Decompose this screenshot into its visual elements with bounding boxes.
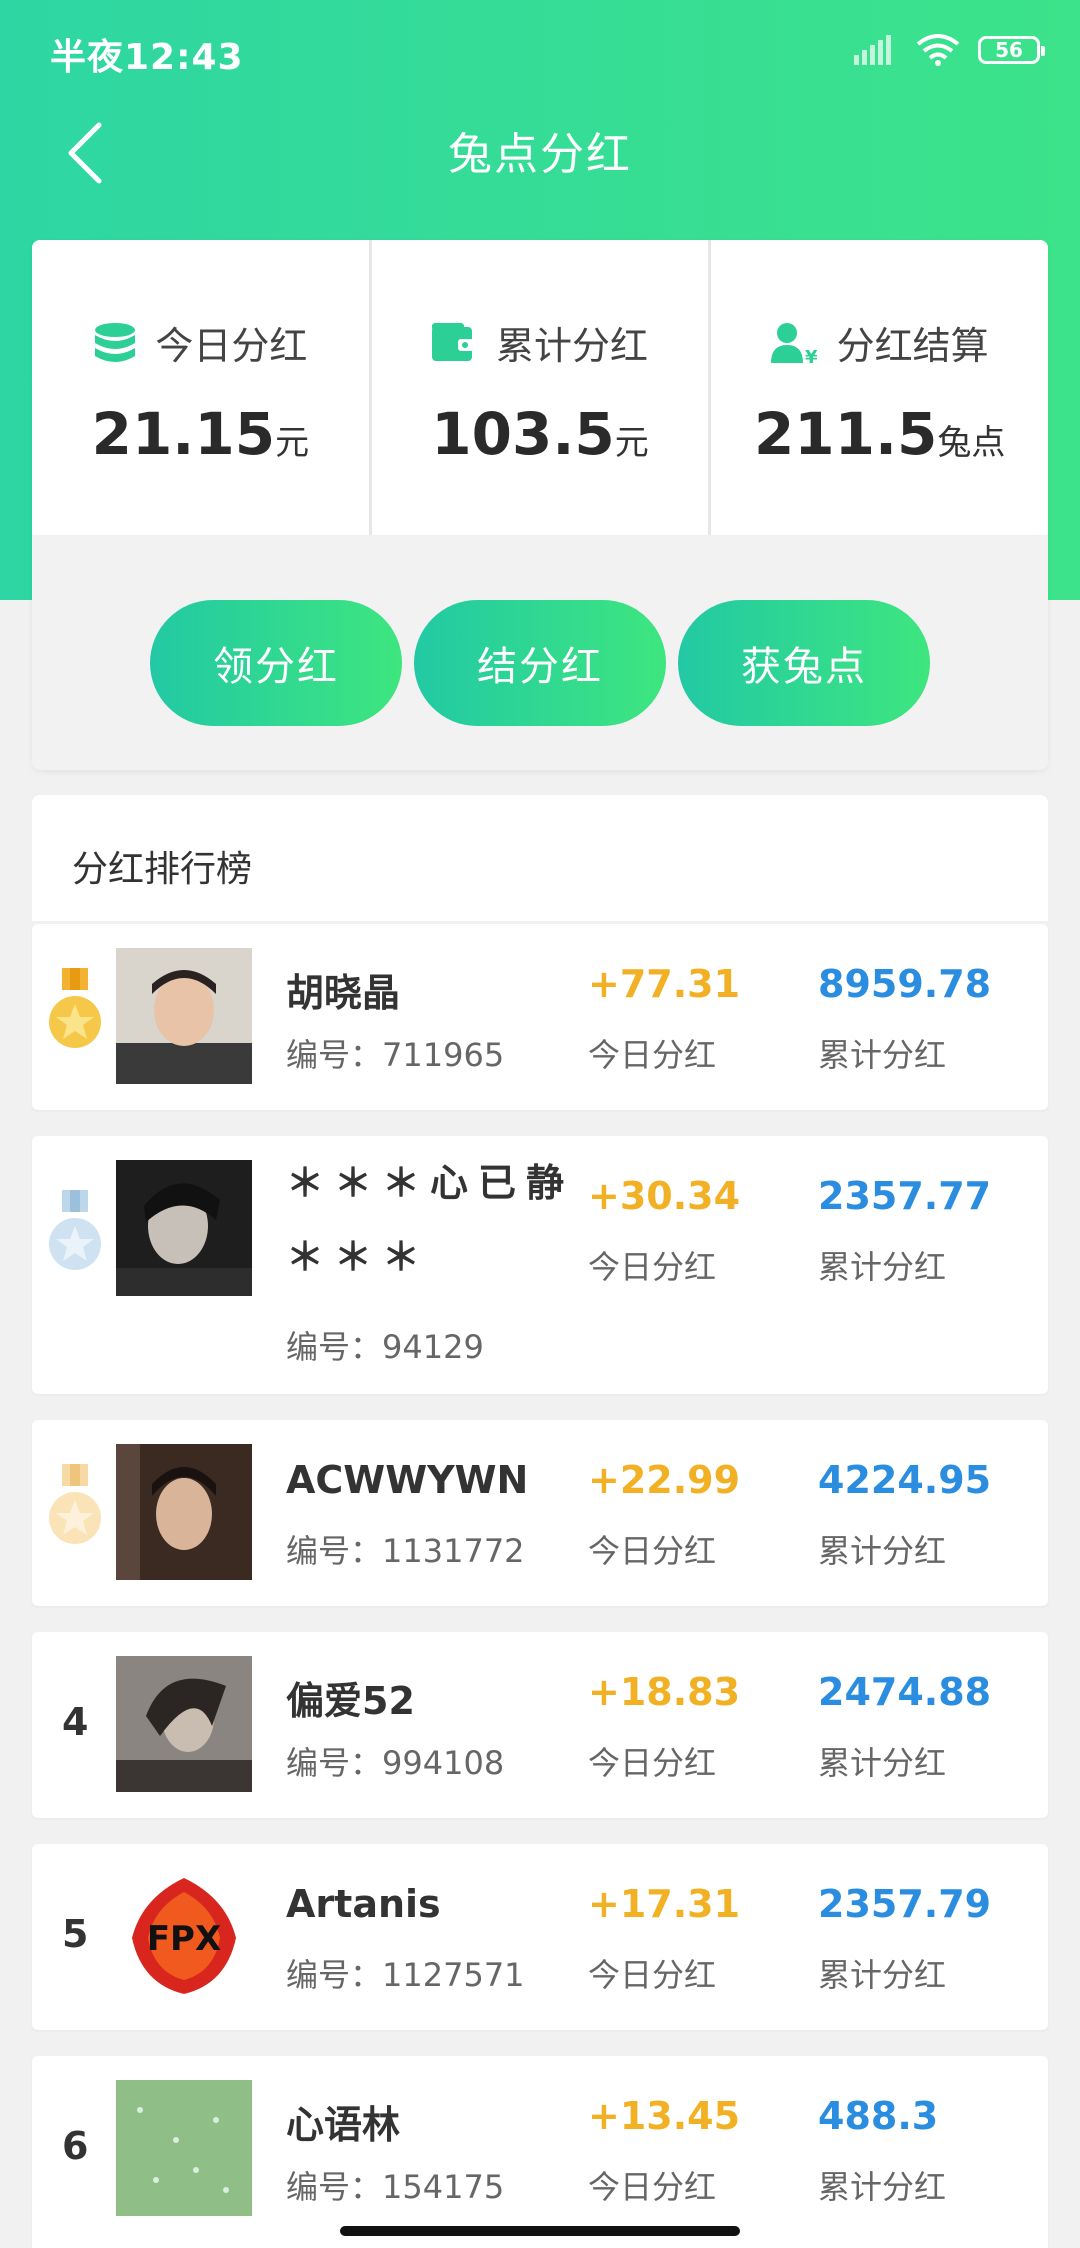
signal-icon	[854, 35, 891, 65]
avatar: FPX	[116, 1868, 252, 2004]
wifi-icon	[916, 34, 960, 66]
rank-number: 4	[62, 1700, 89, 1744]
stat-label: 今日分红	[155, 324, 308, 368]
user-id: 编号：994108	[286, 1744, 505, 1782]
user-id: 编号：1127571	[286, 1956, 525, 1994]
total-dividend-value: 2357.79	[818, 1882, 992, 1926]
user-name: ACWWYWN	[286, 1458, 529, 1502]
user-name: Artanis	[286, 1882, 441, 1926]
user-name: 心语林	[286, 2103, 401, 2147]
status-icons: 56	[854, 30, 1045, 70]
user-name: ＊＊＊心已静＊＊＊	[286, 1161, 575, 1279]
wallet-icon	[432, 322, 478, 361]
stat-value: 103.5	[431, 400, 615, 468]
today-dividend-label: 今日分红	[588, 1744, 717, 1782]
ranking-item-4[interactable]: 4 偏爱52 编号：994108 +18.83 今日分红 2474.88 累计分…	[32, 1632, 1048, 1818]
total-dividend-value: 4224.95	[818, 1458, 992, 1502]
status-bar: 半夜12:43 56	[0, 0, 1080, 100]
today-dividend-label: 今日分红	[588, 1248, 717, 1286]
avatar	[116, 1444, 252, 1580]
user-id: 编号：711965	[286, 1036, 505, 1074]
ranking-item-5[interactable]: 5 FPX Artanis 编号：1127571 +17.31 今日分红 235…	[32, 1844, 1048, 2030]
total-dividend-value: 2357.77	[818, 1174, 992, 1218]
ranking-item-1[interactable]: 胡晓晶 编号：711965 +77.31 今日分红 8959.78 累计分红	[32, 924, 1048, 1110]
silver-medal-icon	[49, 1190, 101, 1270]
ranking-title: 分红排行榜	[72, 849, 253, 890]
today-dividend-value: +17.31	[588, 1882, 741, 1926]
svg-text:¥: ¥	[805, 347, 818, 365]
today-dividend-label: 今日分红	[588, 1956, 717, 1994]
page-title: 兔点分红	[448, 129, 632, 180]
get-points-button[interactable]: 获兔点	[678, 600, 930, 726]
user-id: 编号：1131772	[286, 1532, 525, 1570]
stat-total: 累计分红 103.5元	[371, 240, 712, 535]
action-buttons: 领分红 结分红 获兔点	[32, 600, 1048, 726]
svg-text:FPX: FPX	[147, 1919, 221, 1959]
stat-settlement: ¥ 分红结算 211.5兔点	[711, 240, 1048, 535]
stat-label: 分红结算	[836, 324, 989, 368]
today-dividend-label: 今日分红	[588, 1532, 717, 1570]
user-id: 编号：94129	[286, 1328, 484, 1366]
user-yen-icon: ¥	[770, 322, 818, 365]
bronze-medal-icon	[49, 1464, 101, 1544]
claim-dividend-button[interactable]: 领分红	[150, 600, 402, 726]
avatar	[116, 1160, 252, 1296]
user-name: 胡晓晶	[286, 971, 401, 1015]
gold-medal-icon	[49, 968, 101, 1048]
avatar	[116, 2080, 252, 2216]
today-dividend-label: 今日分红	[588, 1036, 717, 1074]
stat-value: 211.5	[753, 400, 938, 468]
total-dividend-value: 8959.78	[818, 962, 992, 1006]
stats-card: 今日分红 21.15元 累计分红 103.5元 ¥ 分红结算 211.5兔点 领…	[32, 240, 1048, 770]
avatar	[116, 1656, 252, 1792]
rank-number: 5	[62, 1912, 89, 1956]
today-dividend-value: +13.45	[588, 2094, 741, 2138]
total-dividend-value: 488.3	[818, 2094, 939, 2138]
battery-level: 56	[995, 38, 1023, 62]
today-dividend-value: +22.99	[588, 1458, 741, 1502]
avatar	[116, 948, 252, 1084]
stat-unit: 兔点	[937, 423, 1006, 463]
total-dividend-label: 累计分红	[818, 2168, 947, 2206]
total-dividend-label: 累计分红	[818, 1744, 947, 1782]
today-dividend-value: +18.83	[588, 1670, 741, 1714]
stat-unit: 元	[614, 423, 649, 463]
user-id: 编号：154175	[286, 2168, 505, 2206]
stat-label: 累计分红	[496, 324, 649, 368]
today-dividend-value: +30.34	[588, 1174, 741, 1218]
ranking-header: 分红排行榜	[32, 795, 1048, 921]
total-dividend-label: 累计分红	[818, 1956, 947, 1994]
battery-icon: 56	[978, 36, 1045, 64]
total-dividend-label: 累计分红	[818, 1532, 947, 1570]
nav-bar: 兔点分红	[0, 100, 1080, 210]
home-indicator[interactable]	[340, 2226, 740, 2236]
ranking-item-6[interactable]: 6 心语林 编号：154175 +13.45 今日分红 488.3 累计分红	[32, 2056, 1048, 2248]
ranking-item-3[interactable]: ACWWYWN 编号：1131772 +22.99 今日分红 4224.95 累…	[32, 1420, 1048, 1606]
user-name: 偏爱52	[286, 1679, 415, 1723]
total-dividend-label: 累计分红	[818, 1248, 947, 1286]
total-dividend-label: 累计分红	[818, 1036, 947, 1074]
stats-row: 今日分红 21.15元 累计分红 103.5元 ¥ 分红结算 211.5兔点	[32, 240, 1048, 535]
settle-dividend-button[interactable]: 结分红	[414, 600, 666, 726]
today-dividend-value: +77.31	[588, 962, 741, 1006]
today-dividend-label: 今日分红	[588, 2168, 717, 2206]
stat-unit: 元	[275, 423, 310, 463]
stat-value: 21.15	[91, 400, 276, 468]
rank-number: 6	[62, 2124, 89, 2168]
total-dividend-value: 2474.88	[818, 1670, 992, 1714]
coins-stack-icon	[95, 322, 136, 362]
status-time: 半夜12:43	[50, 37, 244, 78]
ranking-item-2[interactable]: ＊＊＊心已静＊＊＊ 编号：94129 +30.34 今日分红 2357.77 累…	[32, 1136, 1048, 1394]
stat-today: 今日分红 21.15元	[32, 240, 372, 535]
